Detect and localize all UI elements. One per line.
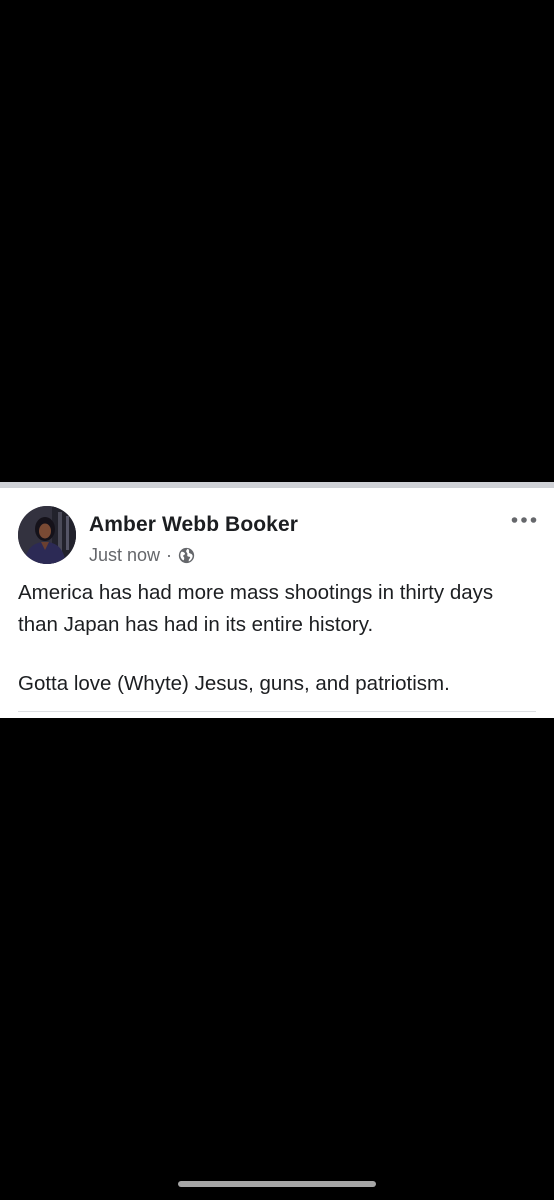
post-divider <box>18 711 536 712</box>
post-text-paragraph: America has had more mass shootings in t… <box>18 581 494 636</box>
screenshot-screen: Amber Webb Booker Just now · America has… <box>0 0 554 1200</box>
more-options-icon <box>511 517 537 523</box>
post-card: Amber Webb Booker Just now · America has… <box>0 482 554 718</box>
post-meta: Just now · <box>89 543 195 567</box>
author-name[interactable]: Amber Webb Booker <box>89 513 298 537</box>
avatar-photo <box>18 506 76 564</box>
more-options-button[interactable] <box>508 510 540 530</box>
post-timestamp[interactable]: Just now <box>89 545 160 566</box>
meta-separator: · <box>166 544 173 565</box>
avatar[interactable] <box>18 506 76 564</box>
home-indicator[interactable] <box>178 1181 376 1187</box>
globe-icon <box>178 547 195 564</box>
card-top-border <box>0 482 554 488</box>
post-text-paragraph: Gotta love (Whyte) Jesus, guns, and patr… <box>18 672 450 695</box>
